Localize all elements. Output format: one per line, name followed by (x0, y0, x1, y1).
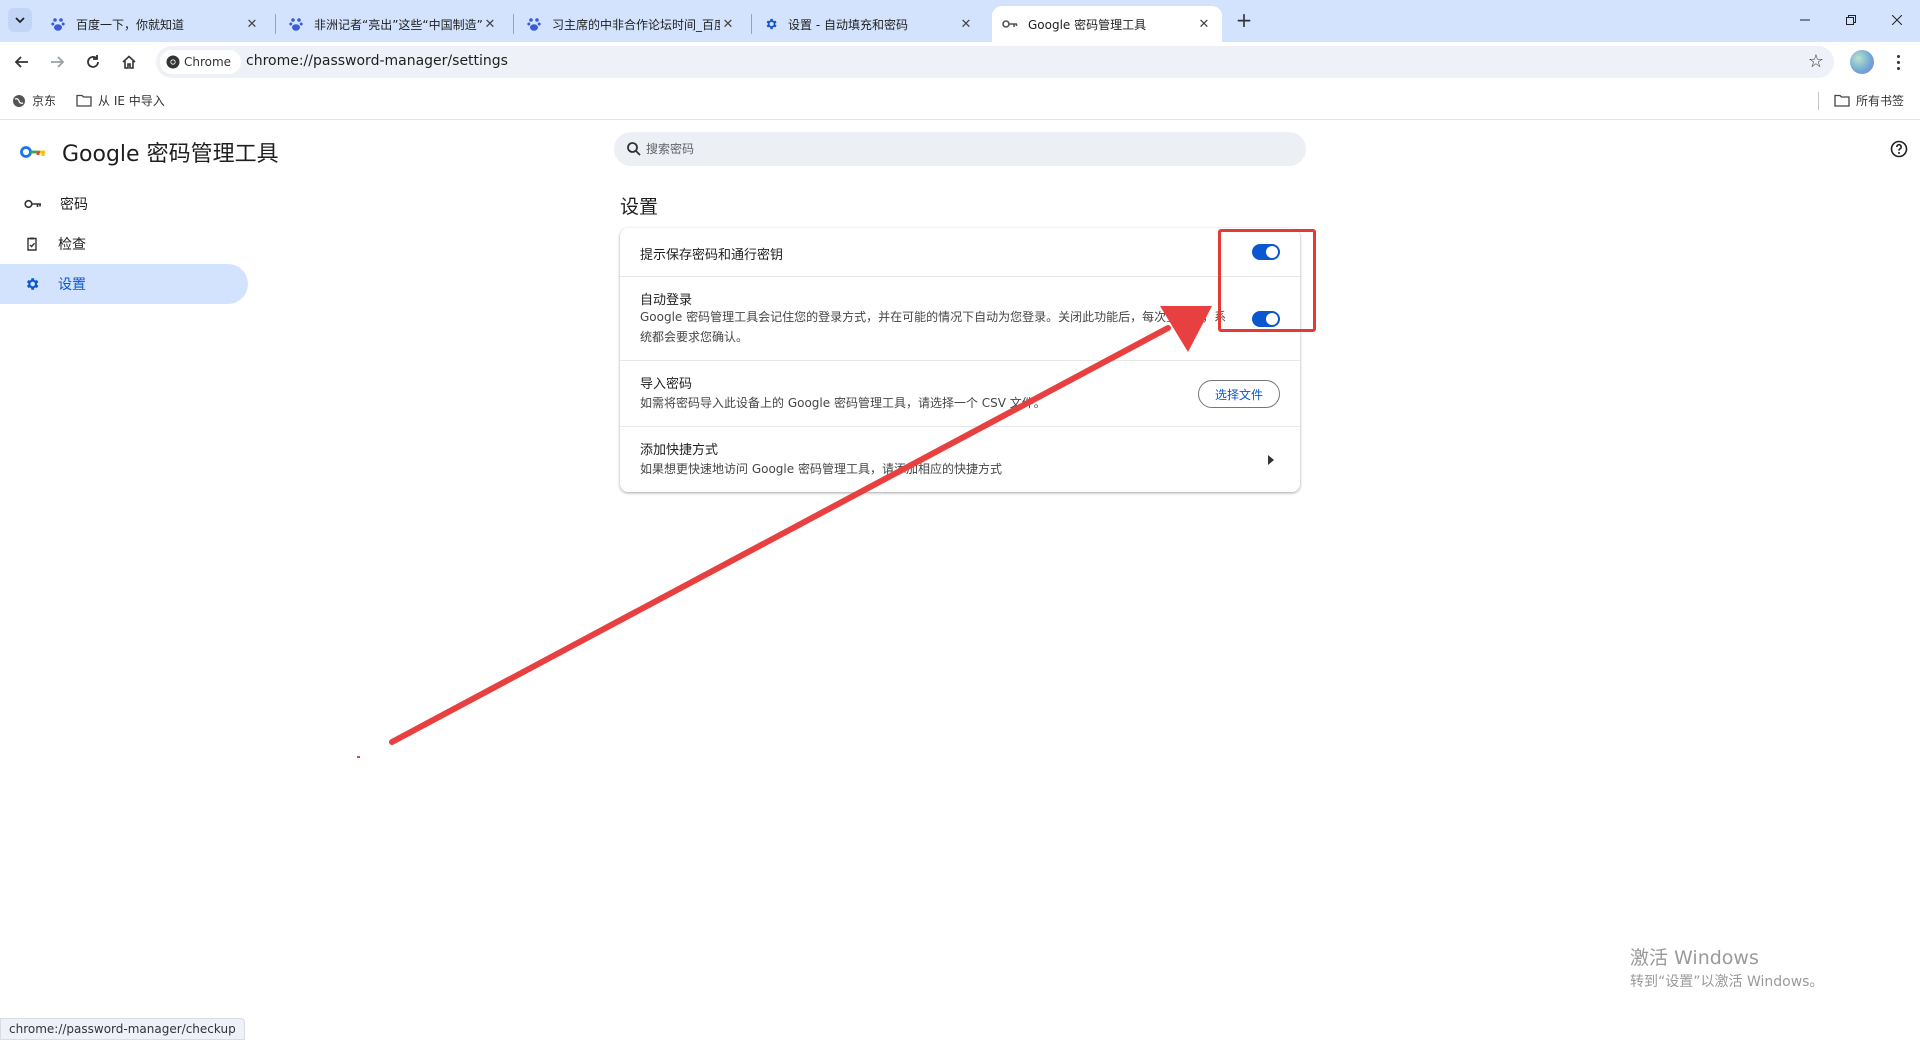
new-tab-button[interactable]: + (1232, 8, 1256, 32)
annotation-highlight-box (1218, 229, 1316, 332)
back-button[interactable] (8, 48, 36, 76)
reload-icon (87, 55, 99, 68)
all-bookmarks-label: 所有书签 (1856, 94, 1905, 108)
help-icon[interactable] (1890, 140, 1908, 162)
forward-button[interactable] (43, 48, 71, 76)
page-title: Google 密码管理工具 (62, 142, 279, 167)
tab-news[interactable]: 非洲记者“亮出”这些“中国制造” ✕ (278, 6, 508, 42)
bookmark-jd[interactable]: 京东 (12, 92, 56, 109)
setting-title: 自动登录 (640, 293, 693, 308)
close-icon[interactable]: ✕ (482, 16, 498, 32)
bookmark-star-icon[interactable]: ☆ (1808, 52, 1824, 72)
sidebar-item-label: 设置 (58, 277, 86, 293)
sidebar-item-label: 检查 (58, 237, 86, 253)
setting-description: Google 密码管理工具会记住您的登录方式，并在可能的情况下自动为您登录。关闭… (640, 310, 1227, 344)
sidebar-item-checkup[interactable]: 检查 (0, 224, 248, 264)
baidu-paw-icon (51, 18, 65, 31)
password-search (614, 132, 1306, 166)
close-window-button[interactable] (1874, 0, 1920, 40)
tab-title: 习主席的中非合作论坛时间_百度 (552, 17, 720, 32)
close-icon[interactable]: ✕ (244, 16, 260, 32)
close-icon (1892, 15, 1902, 25)
restore-button[interactable] (1828, 0, 1874, 40)
plus-icon: + (1235, 8, 1253, 32)
status-bar-url: chrome://password-manager/checkup (0, 1018, 245, 1040)
all-bookmarks-button[interactable]: 所有书签 (1834, 92, 1904, 109)
tab-title: 百度一下，你就知道 (76, 17, 185, 32)
tab-title: 非洲记者“亮出”这些“中国制造” (314, 17, 482, 32)
chip-label: Chrome (184, 55, 232, 69)
arrow-right-icon (51, 56, 65, 68)
setting-title: 提示保存密码和通行密钥 (640, 248, 784, 263)
arrow-left-icon (14, 56, 28, 68)
chrome-logo-icon (166, 55, 180, 69)
activate-windows-subtitle: 转到“设置”以激活 Windows。 (1630, 974, 1824, 990)
setting-row-shortcut[interactable]: 添加快捷方式 如果想更快速地访问 Google 密码管理工具，请添加相应的快捷方… (620, 426, 1300, 492)
tab-settings-autofill[interactable]: 设置 - 自动填充和密码 ✕ (754, 6, 984, 42)
key-icon (1002, 20, 1018, 28)
arrow-right-icon (1268, 455, 1274, 465)
bookmarks-bar: 京东 从 IE 中导入 所有书签 (0, 82, 1920, 120)
profile-avatar[interactable] (1850, 50, 1874, 74)
search-input[interactable] (646, 132, 1286, 166)
tab-separator (513, 14, 514, 34)
setting-row-import: 导入密码 如需将密码导入此设备上的 Google 密码管理工具，请选择一个 CS… (620, 360, 1300, 426)
browser-toolbar: Chrome chrome://password-manager/setting… (0, 42, 1920, 82)
minimize-icon (1800, 19, 1810, 21)
bookmark-label: 京东 (32, 94, 57, 108)
address-bar[interactable]: Chrome chrome://password-manager/setting… (156, 46, 1834, 78)
gear-icon (766, 18, 777, 30)
minimize-button[interactable] (1782, 0, 1828, 40)
setting-title: 导入密码 (640, 377, 693, 392)
reload-button[interactable] (79, 48, 107, 76)
setting-description: 如需将密码导入此设备上的 Google 密码管理工具，请选择一个 CSV 文件。 (640, 396, 1046, 410)
bookmark-ie-import[interactable]: 从 IE 中导入 (76, 92, 165, 109)
tab-forum[interactable]: 习主席的中非合作论坛时间_百度 ✕ (516, 6, 746, 42)
tab-search-button[interactable] (8, 8, 32, 32)
restore-icon (1846, 15, 1856, 25)
tab-baidu-home[interactable]: 百度一下，你就知道 ✕ (40, 6, 270, 42)
settings-section-title: 设置 (620, 196, 659, 218)
tab-title: 设置 - 自动填充和密码 (788, 17, 908, 32)
site-info-chip[interactable]: Chrome (160, 50, 242, 74)
password-manager-logo-icon (20, 146, 45, 158)
close-icon[interactable]: ✕ (1196, 16, 1212, 32)
choose-file-button[interactable]: 选择文件 (1197, 380, 1280, 408)
url-text: chrome://password-manager/settings (246, 53, 508, 69)
search-icon (627, 142, 641, 156)
setting-title: 添加快捷方式 (640, 443, 719, 458)
setting-row-auto-signin: 自动登录 Google 密码管理工具会记住您的登录方式，并在可能的情况下自动为您… (620, 276, 1300, 360)
setting-description: 如果想更快速地访问 Google 密码管理工具，请添加相应的快捷方式 (640, 462, 1002, 476)
key-icon (24, 199, 41, 209)
gear-icon (27, 278, 39, 290)
tab-title: Google 密码管理工具 (1028, 17, 1147, 32)
tab-strip: 百度一下，你就知道 ✕ 非洲记者“亮出”这些“中国制造” ✕ 习主席的中非合作论… (0, 0, 1920, 42)
settings-card: 提示保存密码和通行密钥 自动登录 Google 密码管理工具会记住您的登录方式，… (620, 228, 1300, 492)
sidebar-item-settings[interactable]: 设置 (0, 264, 248, 304)
bookmark-separator (1818, 92, 1819, 110)
sidebar-item-label: 密码 (60, 197, 88, 213)
chrome-menu-icon[interactable] (1888, 50, 1908, 74)
sidebar-item-passwords[interactable]: 密码 (0, 184, 248, 224)
close-icon[interactable]: ✕ (958, 16, 974, 32)
folder-icon (1834, 94, 1850, 107)
globe-icon (13, 94, 25, 107)
home-button[interactable] (115, 48, 143, 76)
activate-windows-title: 激活 Windows (1630, 947, 1759, 969)
tab-separator (275, 14, 276, 34)
tab-separator (751, 14, 752, 34)
folder-icon (76, 94, 92, 107)
close-icon[interactable]: ✕ (720, 16, 736, 32)
chevron-down-icon (15, 17, 25, 24)
baidu-paw-icon (289, 18, 303, 31)
home-icon (122, 55, 136, 69)
tab-password-manager[interactable]: Google 密码管理工具 ✕ (992, 6, 1222, 42)
checkup-icon (27, 237, 37, 251)
setting-row-offer-save: 提示保存密码和通行密钥 (620, 228, 1300, 276)
bookmark-label: 从 IE 中导入 (98, 94, 165, 108)
baidu-paw-icon (527, 18, 541, 31)
brand-header: Google 密码管理工具 (20, 136, 279, 168)
